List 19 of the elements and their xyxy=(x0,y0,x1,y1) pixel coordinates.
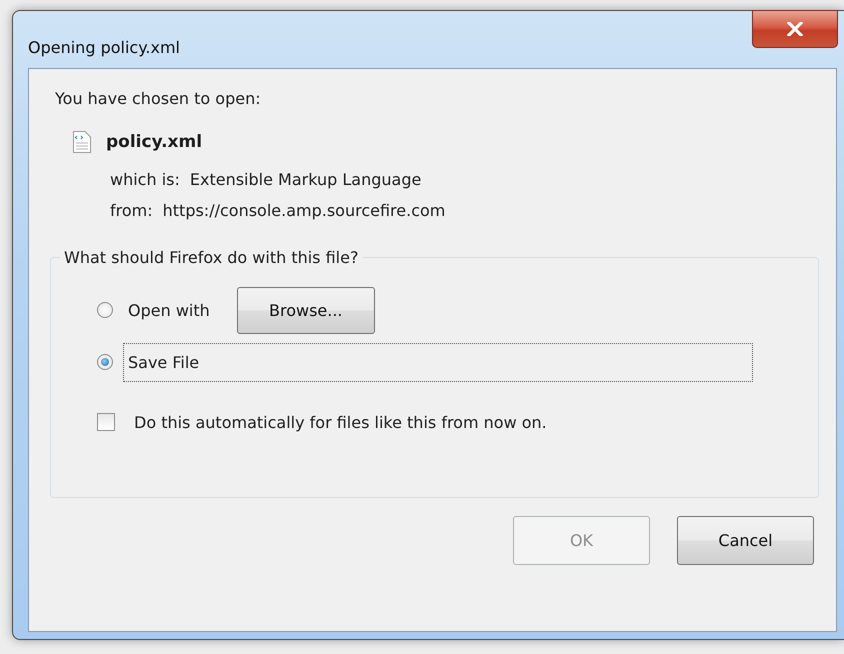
option-label[interactable]: Save File xyxy=(123,342,753,382)
document-icon xyxy=(72,130,92,154)
close-button[interactable] xyxy=(752,10,838,48)
detail-label: from: xyxy=(110,201,153,220)
detail-value: Extensible Markup Language xyxy=(190,170,422,189)
dialog-button[interactable]: Cancel xyxy=(677,516,814,565)
radio-button[interactable] xyxy=(97,302,113,318)
file-name: policy.xml xyxy=(106,132,202,152)
browse-button[interactable]: Browse... xyxy=(236,286,375,334)
close-icon xyxy=(787,22,803,36)
radio-button[interactable] xyxy=(97,354,113,370)
group-legend: What should Firefox do with this file? xyxy=(60,248,362,267)
intro-text: You have chosen to open: xyxy=(55,89,262,108)
checkbox-label[interactable]: Do this automatically for files like this from now on. xyxy=(134,412,547,432)
window-title: Opening policy.xml xyxy=(28,38,180,57)
detail-value: https://console.amp.sourcefire.com xyxy=(162,201,446,220)
checkbox[interactable] xyxy=(97,413,115,431)
option-label[interactable]: Open with xyxy=(123,290,217,330)
detail-label: which is: xyxy=(110,170,180,189)
